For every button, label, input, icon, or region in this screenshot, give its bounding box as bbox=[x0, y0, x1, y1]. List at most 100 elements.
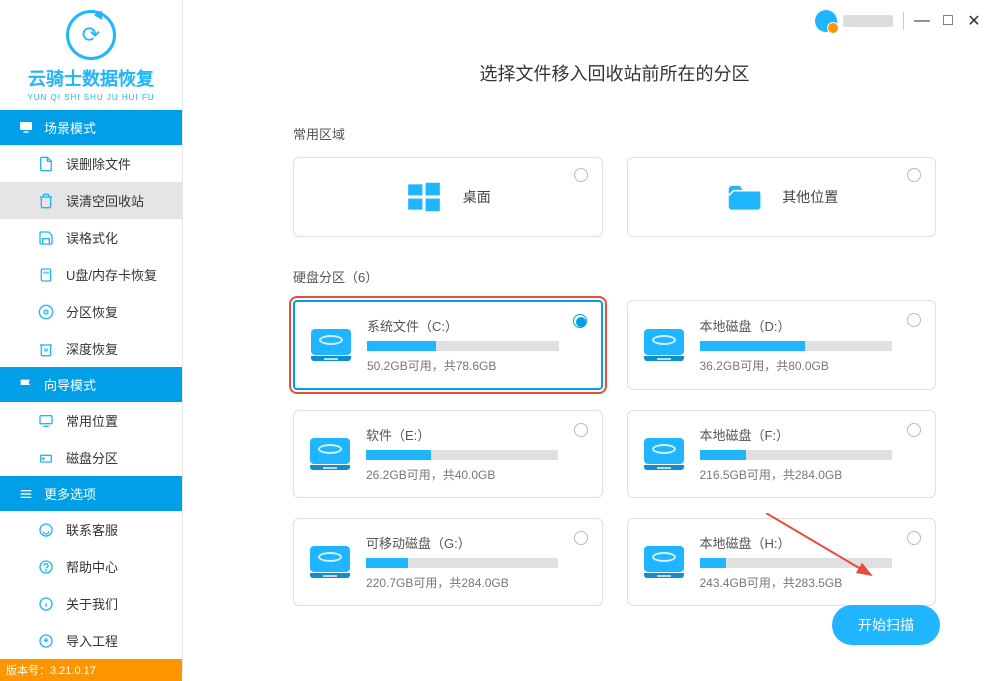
disk-card[interactable]: 系统文件（C:） 50.2GB可用，共78.6GB bbox=[293, 300, 603, 390]
radio-icon bbox=[907, 423, 921, 437]
disk-card[interactable]: 可移动磁盘（G:） 220.7GB可用，共284.0GB bbox=[293, 518, 603, 606]
disk-info: 本地磁盘（H:） 243.4GB可用，共283.5GB bbox=[700, 533, 918, 591]
disk-stats: 243.4GB可用，共283.5GB bbox=[700, 574, 918, 591]
help-icon bbox=[38, 559, 54, 575]
disk-card[interactable]: 本地磁盘（H:） 243.4GB可用，共283.5GB bbox=[627, 518, 937, 606]
sidebar-item-label: U盘/内存卡恢复 bbox=[66, 265, 157, 284]
import-icon bbox=[38, 633, 54, 649]
card-desktop[interactable]: 桌面 bbox=[293, 157, 603, 237]
card-label: 桌面 bbox=[463, 187, 491, 207]
sd-card-icon bbox=[38, 267, 54, 283]
card-other-location[interactable]: 其他位置 bbox=[627, 157, 937, 237]
disk-drive-icon bbox=[310, 546, 350, 578]
more-options-header: 更多选项 bbox=[0, 476, 182, 511]
radio-icon bbox=[907, 313, 921, 327]
trash-icon bbox=[38, 193, 54, 209]
disk-info: 可移动磁盘（G:） 220.7GB可用，共284.0GB bbox=[366, 533, 584, 591]
sidebar-item-disk-partition[interactable]: 磁盘分区 bbox=[0, 439, 182, 476]
sidebar-item-label: 关于我们 bbox=[66, 594, 118, 613]
disk-card[interactable]: 本地磁盘（F:） 216.5GB可用，共284.0GB bbox=[627, 410, 937, 498]
disk-name: 软件（E:） bbox=[366, 425, 584, 444]
sidebar-item-label: 误格式化 bbox=[66, 228, 118, 247]
sidebar-item-deleted-files[interactable]: 误删除文件 bbox=[0, 145, 182, 182]
sidebar-item-common-location[interactable]: 常用位置 bbox=[0, 402, 182, 439]
brand-subtitle: YUN QI SHI SHU JU HUI FU bbox=[0, 93, 182, 102]
disk-info: 系统文件（C:） 50.2GB可用，共78.6GB bbox=[367, 316, 583, 374]
logo-icon: ⟳ bbox=[66, 10, 116, 60]
disk-usage-bar bbox=[700, 341, 892, 351]
disk-usage-bar bbox=[367, 341, 559, 351]
hdd-icon bbox=[38, 450, 54, 466]
sidebar-item-contact[interactable]: 联系客服 bbox=[0, 511, 182, 548]
sidebar-item-empty-recycle[interactable]: 误清空回收站 bbox=[0, 182, 182, 219]
sidebar-item-partition[interactable]: 分区恢复 bbox=[0, 293, 182, 330]
radio-icon bbox=[907, 168, 921, 182]
sidebar-item-label: 常用位置 bbox=[66, 411, 118, 430]
disk-drive-icon bbox=[644, 546, 684, 578]
folder-icon bbox=[724, 178, 762, 216]
sidebar-item-label: 导入工程 bbox=[66, 631, 118, 650]
disk-usage-bar bbox=[700, 450, 892, 460]
disc-icon bbox=[38, 304, 54, 320]
menu-icon bbox=[18, 486, 34, 502]
disk-card[interactable]: 软件（E:） 26.2GB可用，共40.0GB bbox=[293, 410, 603, 498]
disk-stats: 50.2GB可用，共78.6GB bbox=[367, 357, 583, 374]
version-label: 版本号：3.21.0.17 bbox=[0, 659, 182, 681]
start-scan-button[interactable]: 开始扫描 bbox=[832, 605, 940, 645]
disk-usage-bar bbox=[366, 450, 558, 460]
scene-icon bbox=[18, 120, 34, 136]
disk-info: 软件（E:） 26.2GB可用，共40.0GB bbox=[366, 425, 584, 483]
radio-icon bbox=[574, 531, 588, 545]
brand-title: 云骑士数据恢复 bbox=[0, 65, 182, 91]
sidebar-item-label: 帮助中心 bbox=[66, 557, 118, 576]
disk-stats: 36.2GB可用，共80.0GB bbox=[700, 357, 918, 374]
headset-icon bbox=[38, 522, 54, 538]
flag-icon bbox=[18, 377, 34, 393]
more-header-label: 更多选项 bbox=[44, 484, 96, 503]
radio-icon bbox=[573, 314, 587, 328]
disk-drive-icon bbox=[644, 438, 684, 470]
sidebar-item-label: 误清空回收站 bbox=[66, 191, 144, 210]
radio-icon bbox=[574, 168, 588, 182]
scene-mode-header: 场景模式 bbox=[0, 110, 182, 145]
card-label: 其他位置 bbox=[782, 187, 838, 207]
disk-drive-icon bbox=[311, 329, 351, 361]
disk-name: 本地磁盘（D:） bbox=[700, 316, 918, 335]
sidebar-item-usb[interactable]: U盘/内存卡恢复 bbox=[0, 256, 182, 293]
file-x-icon bbox=[38, 156, 54, 172]
sidebar-item-label: 深度恢复 bbox=[66, 339, 118, 358]
disk-name: 系统文件（C:） bbox=[367, 316, 583, 335]
save-icon bbox=[38, 230, 54, 246]
deep-trash-icon bbox=[38, 341, 54, 357]
sidebar-item-label: 分区恢复 bbox=[66, 302, 118, 321]
disk-drive-icon bbox=[310, 438, 350, 470]
sidebar-item-import[interactable]: 导入工程 bbox=[0, 622, 182, 659]
disk-name: 本地磁盘（F:） bbox=[700, 425, 918, 444]
sidebar-item-deep[interactable]: 深度恢复 bbox=[0, 330, 182, 367]
disk-name: 本地磁盘（H:） bbox=[700, 533, 918, 552]
disk-drive-icon bbox=[644, 329, 684, 361]
sidebar-item-help[interactable]: 帮助中心 bbox=[0, 548, 182, 585]
main-content: 选择文件移入回收站前所在的分区 常用区域 桌面 其他位置 硬盘分区（6） 系统文… bbox=[183, 0, 996, 673]
disk-name: 可移动磁盘（G:） bbox=[366, 533, 584, 552]
sidebar: ⟳ 云骑士数据恢复 YUN QI SHI SHU JU HUI FU 场景模式 … bbox=[0, 0, 183, 673]
radio-icon bbox=[574, 423, 588, 437]
disk-info: 本地磁盘（F:） 216.5GB可用，共284.0GB bbox=[700, 425, 918, 483]
radio-icon bbox=[907, 531, 921, 545]
disk-usage-bar bbox=[700, 558, 892, 568]
sidebar-item-label: 误删除文件 bbox=[66, 154, 131, 173]
disk-stats: 216.5GB可用，共284.0GB bbox=[700, 466, 918, 483]
disk-usage-bar bbox=[366, 558, 558, 568]
sidebar-item-about[interactable]: 关于我们 bbox=[0, 585, 182, 622]
wizard-mode-header: 向导模式 bbox=[0, 367, 182, 402]
windows-icon bbox=[405, 178, 443, 216]
wizard-header-label: 向导模式 bbox=[44, 375, 96, 394]
common-area-label: 常用区域 bbox=[293, 124, 936, 143]
logo-area: ⟳ 云骑士数据恢复 YUN QI SHI SHU JU HUI FU bbox=[0, 0, 182, 110]
scene-header-label: 场景模式 bbox=[44, 118, 96, 137]
sidebar-item-format[interactable]: 误格式化 bbox=[0, 219, 182, 256]
disk-stats: 220.7GB可用，共284.0GB bbox=[366, 574, 584, 591]
disk-card[interactable]: 本地磁盘（D:） 36.2GB可用，共80.0GB bbox=[627, 300, 937, 390]
disk-grid: 系统文件（C:） 50.2GB可用，共78.6GB 本地磁盘（D:） 36.2G… bbox=[293, 300, 936, 606]
info-icon bbox=[38, 596, 54, 612]
